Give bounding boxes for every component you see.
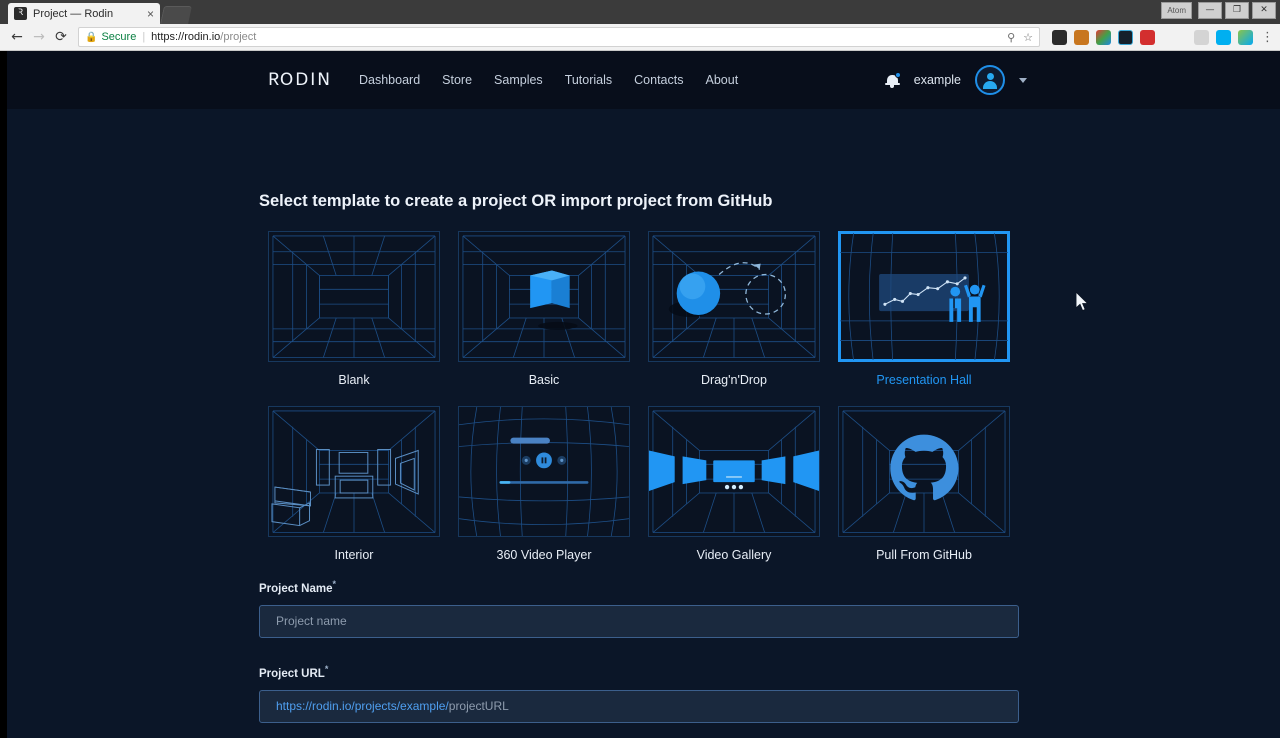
project-url-label: Project URL* — [259, 664, 1027, 680]
template-thumb-dragndrop[interactable] — [648, 231, 820, 362]
video-player-icon — [459, 407, 629, 536]
nav-item-tutorials[interactable]: Tutorials — [565, 73, 612, 87]
template-grid: Blank Basic Drag'n'Drop Presentation Hal… — [268, 231, 1010, 581]
project-name-label-text: Project Name — [259, 582, 333, 595]
project-url-input[interactable]: https://rodin.io/projects/example/projec… — [259, 689, 1019, 723]
lock-icon: 🔒 — [85, 31, 98, 43]
template-thumb-360-video-player[interactable] — [458, 406, 630, 537]
maximize-icon[interactable]: ❐ — [1225, 2, 1249, 19]
template-label: Interior — [334, 548, 374, 562]
chevron-down-icon[interactable] — [1019, 77, 1027, 83]
cube-icon — [462, 235, 626, 358]
project-name-label: Project Name* — [259, 579, 1027, 595]
page-title: Select template to create a project OR i… — [259, 192, 773, 210]
browser-tab[interactable]: Ꝛ Project — Rodin × — [8, 3, 160, 24]
palette-extension-icon[interactable] — [1238, 29, 1253, 45]
forward-icon[interactable]: → — [28, 26, 50, 48]
bookmark-star-icon[interactable]: ☆ — [1023, 31, 1033, 44]
header-user-area: example — [884, 65, 1027, 95]
template-label: Drag'n'Drop — [701, 373, 767, 387]
template-card-blank[interactable]: Blank — [268, 231, 440, 406]
browser-menu-icon[interactable]: ⋮ — [1261, 30, 1274, 45]
page-viewport: ЯODIN Dashboard Store Samples Tutorials … — [7, 51, 1280, 738]
template-thumb-basic[interactable] — [458, 231, 630, 362]
pin-icon[interactable]: ⚲ — [1007, 31, 1015, 44]
template-label: Blank — [338, 373, 370, 387]
secure-label: Secure — [101, 31, 137, 43]
rodin-logo[interactable]: ЯODIN — [266, 70, 332, 90]
back-icon[interactable]: ← — [6, 26, 28, 48]
template-card-360-video-player[interactable]: 360 Video Player — [458, 406, 630, 581]
close-icon[interactable]: × — [147, 7, 154, 21]
skype-extension-icon[interactable] — [1216, 29, 1231, 45]
project-name-input[interactable]: Project name — [259, 604, 1019, 638]
main-navigation: Dashboard Store Samples Tutorials Contac… — [359, 73, 738, 87]
template-card-interior[interactable]: Interior — [268, 406, 440, 581]
template-thumb-presentation-hall[interactable] — [838, 231, 1010, 362]
extension-icons — [1052, 29, 1253, 45]
browser-toolbar: ← → ⟳ 🔒 Secure | https://rodin.io/projec… — [0, 24, 1280, 51]
color-wheel-extension-icon[interactable] — [1096, 29, 1111, 45]
presentation-icon — [840, 233, 1008, 360]
sphere-drag-icon — [652, 235, 816, 358]
minimize-icon[interactable]: — — [1198, 2, 1222, 19]
username-label: example — [913, 73, 961, 87]
github-icon — [842, 410, 1006, 533]
project-url-label-text: Project URL — [259, 667, 325, 680]
project-name-placeholder: Project name — [276, 614, 347, 629]
new-tab-button[interactable] — [160, 6, 192, 24]
template-thumb-interior[interactable] — [268, 406, 440, 537]
empty-room-icon — [272, 235, 436, 358]
nav-item-samples[interactable]: Samples — [494, 73, 543, 87]
create-project-form: Project Name* Project name Project URL* … — [259, 579, 1027, 738]
grey-gear-extension-icon[interactable] — [1194, 29, 1209, 45]
template-thumb-pull-from-github[interactable] — [838, 406, 1010, 537]
template-card-dragndrop[interactable]: Drag'n'Drop — [648, 231, 820, 406]
project-url-prefix: https://rodin.io/projects/example/ — [276, 699, 449, 714]
address-bar[interactable]: 🔒 Secure | https://rodin.io/project ⚲ ☆ — [78, 27, 1040, 47]
template-label: 360 Video Player — [496, 548, 592, 562]
notification-badge — [894, 71, 901, 78]
template-card-presentation-hall[interactable]: Presentation Hall — [838, 231, 1010, 406]
window-close-icon[interactable]: ✕ — [1252, 2, 1276, 19]
avatar[interactable] — [975, 65, 1005, 95]
browser-titlebar: Ꝛ Project — Rodin × Atom — ❐ ✕ — [0, 0, 1280, 24]
omnibox-divider: | — [142, 31, 146, 43]
rodin-favicon: Ꝛ — [14, 7, 27, 20]
template-card-pull-from-github[interactable]: Pull From GitHub — [838, 406, 1010, 581]
window-controls: Atom — ❐ ✕ — [1161, 2, 1276, 19]
dark-circle-extension-icon[interactable] — [1118, 29, 1133, 45]
nav-item-store[interactable]: Store — [442, 73, 472, 87]
reload-icon[interactable]: ⟳ — [50, 26, 72, 48]
template-label: Presentation Hall — [876, 373, 972, 387]
url-domain: https://rodin.io — [151, 31, 221, 43]
nav-item-dashboard[interactable]: Dashboard — [359, 73, 420, 87]
template-label: Pull From GitHub — [876, 548, 972, 562]
nav-item-about[interactable]: About — [706, 73, 739, 87]
window-name-label: Atom — [1161, 2, 1192, 19]
template-card-video-gallery[interactable]: Video Gallery — [648, 406, 820, 581]
required-mark: * — [324, 663, 329, 674]
qr-extension-icon[interactable] — [1052, 29, 1067, 45]
required-mark: * — [332, 579, 337, 589]
template-thumb-video-gallery[interactable] — [648, 406, 820, 537]
template-thumb-blank[interactable] — [268, 231, 440, 362]
tab-title: Project — Rodin — [33, 7, 114, 20]
template-label: Video Gallery — [696, 548, 772, 562]
url-path: /project — [220, 31, 257, 43]
notification-bell-icon[interactable] — [884, 71, 901, 89]
video-gallery-icon — [649, 410, 819, 533]
project-url-placeholder: projectURL — [448, 699, 509, 714]
site-header: ЯODIN Dashboard Store Samples Tutorials … — [7, 51, 1280, 109]
browser-window: Ꝛ Project — Rodin × Atom — ❐ ✕ ← → ⟳ 🔒 S… — [0, 0, 1280, 738]
red-extension-icon[interactable] — [1140, 29, 1155, 45]
nav-item-contacts[interactable]: Contacts — [634, 73, 683, 87]
template-label: Basic — [528, 373, 560, 387]
interior-icon — [271, 410, 436, 533]
bookmark-manager-extension-icon[interactable] — [1074, 29, 1089, 45]
template-card-basic[interactable]: Basic — [458, 231, 630, 406]
